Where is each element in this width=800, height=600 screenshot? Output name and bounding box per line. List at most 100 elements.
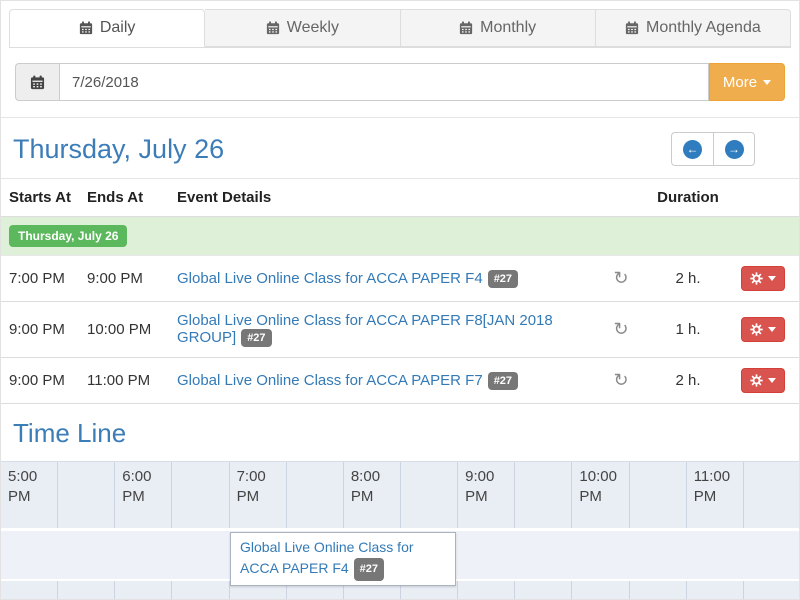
timeline-slot-cell[interactable] <box>458 581 515 599</box>
timeline-half-hour-cell[interactable] <box>744 462 800 528</box>
timeline-half-hour-cell[interactable] <box>515 462 572 528</box>
day-title: Thursday, July 26 <box>13 134 224 165</box>
tab-label: Weekly <box>287 19 339 37</box>
timeline-half-hour-cell[interactable] <box>172 462 229 528</box>
tab-weekly[interactable]: Weekly <box>205 9 400 47</box>
arrow-circle-left-icon: ← <box>683 140 702 159</box>
event-count-badge: #27 <box>488 372 518 390</box>
tab-daily[interactable]: Daily <box>9 9 205 47</box>
event-duration: 1 h. <box>649 311 727 348</box>
timeline-event-box[interactable]: Global Live Online Class for ACCA PAPER … <box>230 532 456 586</box>
event-title-link[interactable]: Global Live Online Class for ACCA PAPER … <box>177 312 553 346</box>
gear-icon <box>750 323 763 336</box>
tab-label: Monthly <box>480 19 536 37</box>
event-row: 7:00 PM 9:00 PM Global Live Online Class… <box>1 256 799 302</box>
timeline-hour-cell[interactable]: 5:00 PM <box>1 462 58 528</box>
timeline-event-link[interactable]: Global Live Online Class for ACCA PAPER … <box>240 539 414 576</box>
timeline-hour-cell[interactable]: 8:00 PM <box>344 462 401 528</box>
calendar-icon <box>625 21 639 35</box>
calendar-icon <box>30 75 45 90</box>
timeline-hour-cell[interactable]: 9:00 PM <box>458 462 515 528</box>
previous-day-button[interactable]: ← <box>671 132 713 166</box>
event-actions-button[interactable] <box>741 368 785 393</box>
timeline-hour-cell[interactable]: 7:00 PM <box>230 462 287 528</box>
event-count-badge: #27 <box>488 270 518 288</box>
event-duration: 2 h. <box>649 362 727 399</box>
date-input[interactable] <box>59 63 709 101</box>
event-ends-at: 11:00 PM <box>79 362 169 399</box>
timeline-slot-cell[interactable] <box>115 581 172 599</box>
more-button[interactable]: More <box>709 63 785 101</box>
more-button-label: More <box>723 74 757 91</box>
event-count-badge: #27 <box>241 329 271 347</box>
date-toolbar: More <box>1 48 799 118</box>
event-row: 9:00 PM 10:00 PM Global Live Online Clas… <box>1 302 799 358</box>
header-event-details: Event Details <box>169 179 593 216</box>
date-group-badge: Thursday, July 26 <box>9 225 127 247</box>
event-ends-at: 9:00 PM <box>79 260 169 297</box>
timeline-slot-cell[interactable] <box>744 581 800 599</box>
timeline-event-badge: #27 <box>354 558 384 581</box>
caret-down-icon <box>763 80 771 85</box>
header-actions-spacer <box>727 179 799 216</box>
timeline-half-hour-cell[interactable] <box>287 462 344 528</box>
timeline-hour-cell[interactable]: 6:00 PM <box>115 462 172 528</box>
repeat-icon[interactable]: ↻ <box>613 319 628 339</box>
calendar-icon <box>266 21 280 35</box>
timeline-half-hour-cell[interactable] <box>630 462 687 528</box>
caret-down-icon <box>768 378 776 383</box>
gear-icon <box>750 374 763 387</box>
header-starts-at: Starts At <box>1 179 79 216</box>
header-duration: Duration <box>649 179 727 216</box>
calendar-addon-button[interactable] <box>15 63 59 101</box>
timeline-half-hour-cell[interactable] <box>401 462 458 528</box>
event-details: Global Live Online Class for ACCA PAPER … <box>169 302 593 357</box>
gear-icon <box>750 272 763 285</box>
caret-down-icon <box>768 327 776 332</box>
tab-monthly[interactable]: Monthly <box>401 9 596 47</box>
header-refresh-spacer <box>593 179 649 216</box>
next-day-button[interactable]: → <box>713 132 755 166</box>
event-title-link[interactable]: Global Live Online Class for ACCA PAPER … <box>177 270 483 287</box>
timeline-slot-cell[interactable] <box>687 581 744 599</box>
tab-monthly-agenda[interactable]: Monthly Agenda <box>596 9 791 47</box>
timeline-hour-cell[interactable]: 10:00 PM <box>572 462 629 528</box>
scheduler-app: Daily Weekly Monthly Monthly Agenda More <box>0 0 800 600</box>
event-actions-button[interactable] <box>741 317 785 342</box>
event-actions-button[interactable] <box>741 266 785 291</box>
timeline-hour-cell[interactable]: 11:00 PM <box>687 462 744 528</box>
header-ends-at: Ends At <box>79 179 169 216</box>
date-input-group: More <box>15 63 785 101</box>
view-tabs: Daily Weekly Monthly Monthly Agenda <box>9 9 791 48</box>
timeline-slot-cell[interactable] <box>58 581 115 599</box>
timeline-slot-cell[interactable] <box>572 581 629 599</box>
tab-label: Daily <box>100 19 136 37</box>
timeline-hours-header: 5:00 PM 6:00 PM 7:00 PM 8:00 PM 9:00 PM 10:00… <box>1 461 799 529</box>
calendar-icon <box>459 21 473 35</box>
arrow-circle-right-icon: → <box>725 140 744 159</box>
event-title-link[interactable]: Global Live Online Class for ACCA PAPER … <box>177 372 483 389</box>
timeline-half-hour-cell[interactable] <box>58 462 115 528</box>
tab-label: Monthly Agenda <box>646 19 761 37</box>
calendar-icon <box>79 21 93 35</box>
timeline-slot-cell[interactable] <box>515 581 572 599</box>
timeline-event-row: Global Live Online Class for ACCA PAPER … <box>1 531 799 581</box>
timeline-title: Time Line <box>1 404 799 461</box>
events-table: Starts At Ends At Event Details Duration… <box>1 178 799 404</box>
event-duration: 2 h. <box>649 260 727 297</box>
event-details: Global Live Online Class for ACCA PAPER … <box>169 260 593 298</box>
repeat-icon[interactable]: ↻ <box>613 370 628 390</box>
repeat-icon[interactable]: ↻ <box>613 268 628 288</box>
timeline-slot-cell[interactable] <box>172 581 229 599</box>
event-starts-at: 9:00 PM <box>1 362 79 399</box>
timeline-slot-cell[interactable] <box>630 581 687 599</box>
event-row: 9:00 PM 11:00 PM Global Live Online Clas… <box>1 358 799 404</box>
day-header: Thursday, July 26 ← → <box>1 118 799 178</box>
event-starts-at: 7:00 PM <box>1 260 79 297</box>
event-starts-at: 9:00 PM <box>1 311 79 348</box>
day-nav-group: ← → <box>671 132 755 166</box>
table-header-row: Starts At Ends At Event Details Duration <box>1 178 799 217</box>
timeline-slot-cell[interactable] <box>1 581 58 599</box>
caret-down-icon <box>768 276 776 281</box>
date-group-row: Thursday, July 26 <box>1 217 799 256</box>
